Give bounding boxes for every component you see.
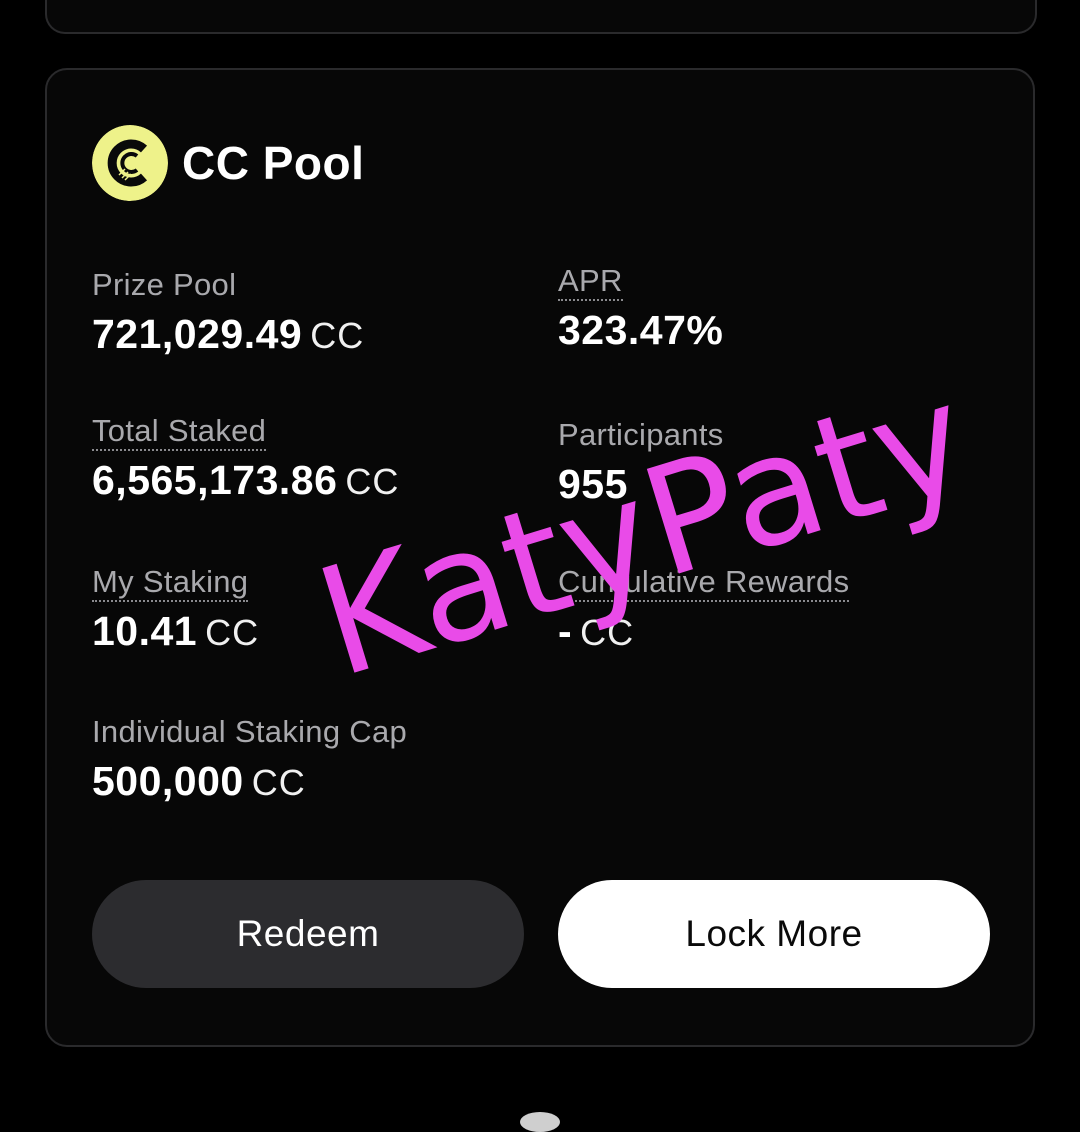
prize-pool-value: 721,029.49 [92,311,303,357]
apr-value: 323.47% [558,307,724,353]
prize-pool-unit: CC [310,315,365,356]
apr-label[interactable]: APR [558,263,623,301]
cc-pool-card: CC Pool Prize Pool 721,029.49 CC APR 323.… [45,68,1035,1047]
redeem-button[interactable]: Redeem [92,880,524,988]
prize-pool-label: Prize Pool [92,267,237,302]
individual-cap-value: 500,000 [92,758,244,804]
participants-value: 955 [558,461,628,507]
my-staking-label[interactable]: My Staking [92,564,249,602]
pool-title: CC Pool [182,137,365,189]
cumulative-rewards-value: - [558,608,573,654]
stat-prize-pool: Prize Pool 721,029.49 CC [92,265,364,367]
total-staked-unit: CC [345,461,400,502]
cc-coin-logo-icon [92,125,168,201]
cumulative-rewards-label[interactable]: Cumulative Rewards [558,564,850,602]
my-staking-unit: CC [205,612,260,653]
total-staked-label[interactable]: Total Staked [92,413,267,451]
stat-participants: Participants 955 [558,415,724,517]
individual-cap-unit: CC [251,762,306,803]
my-staking-value: 10.41 [92,608,198,654]
stat-my-staking[interactable]: My Staking 10.41 CC [92,564,259,664]
individual-cap-label: Individual Staking Cap [92,714,408,749]
stat-cumulative-rewards[interactable]: Cumulative Rewards - CC [558,564,850,664]
stat-apr[interactable]: APR 323.47% [558,263,723,363]
stat-individual-staking-cap: Individual Staking Cap 500,000 CC [92,712,407,814]
total-staked-value: 6,565,173.86 [92,457,338,503]
stat-total-staked[interactable]: Total Staked 6,565,173.86 CC [92,413,399,513]
previous-card-bottom [45,0,1037,34]
lock-more-button[interactable]: Lock More [558,880,990,988]
cumulative-rewards-unit: CC [580,612,635,653]
pool-header: CC Pool [92,125,364,201]
bottom-nav-icon-partial[interactable] [520,1112,560,1132]
participants-label: Participants [558,417,724,452]
